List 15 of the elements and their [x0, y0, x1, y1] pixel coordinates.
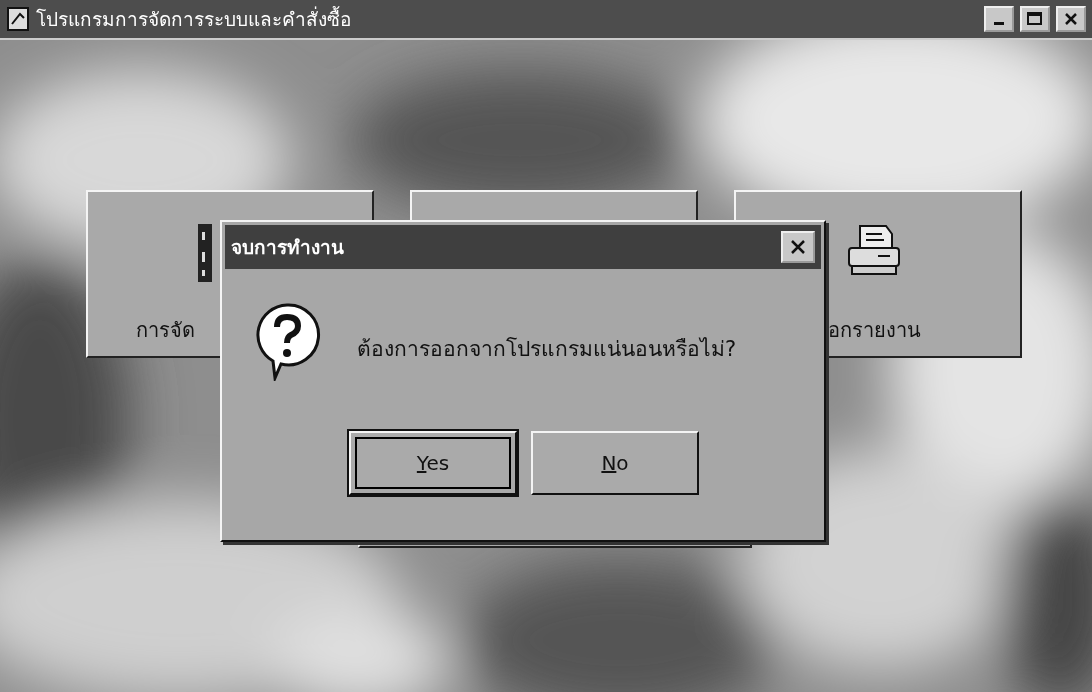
window-title: โปรแกรมการจัดการระบบและคำสั่งซื้อ — [36, 5, 352, 32]
dialog-title: จบการทำงาน — [231, 235, 344, 260]
close-icon — [1064, 12, 1078, 26]
minimize-icon — [994, 21, 1004, 25]
dialog-message: ต้องการออกจากโปรแกรมแน่นอนหรือไม่? — [357, 335, 737, 363]
minimize-button[interactable] — [984, 6, 1014, 32]
no-button[interactable]: No — [531, 431, 699, 495]
printer-icon — [846, 222, 902, 278]
close-button[interactable] — [1056, 6, 1086, 32]
yes-button[interactable]: Yes — [349, 431, 517, 495]
maximize-button[interactable] — [1020, 6, 1050, 32]
maximize-icon — [1027, 12, 1043, 26]
app-icon — [6, 6, 30, 32]
close-icon — [789, 239, 807, 255]
close-button[interactable] — [781, 231, 815, 263]
